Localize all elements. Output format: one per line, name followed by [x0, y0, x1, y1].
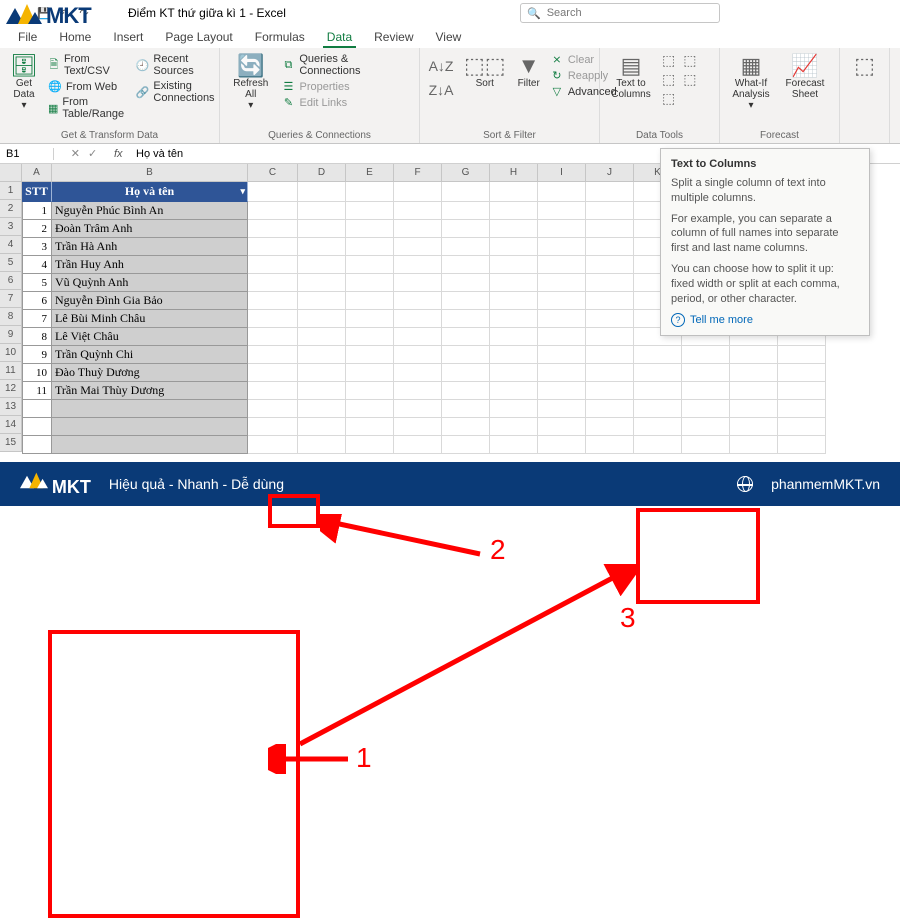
sort-az-button[interactable]: A↓ZZ↓A [428, 52, 454, 104]
fx-icon[interactable]: fx [114, 148, 132, 160]
watermark-logo: MKT [6, 2, 91, 30]
refresh-all-button[interactable]: 🔄Refresh All▾ [228, 52, 273, 113]
annotation-arrow-1 [268, 744, 358, 774]
text-to-columns-button[interactable]: ▤Text to Columns [608, 52, 654, 107]
annotation-label-3: 3 [620, 602, 636, 634]
tooltip-title: Text to Columns [671, 157, 859, 172]
footer-bar: MKT Hiệu quả - Nhanh - Dễ dùng phanmemMK… [0, 462, 900, 506]
group-label-data-tools: Data Tools [608, 128, 711, 141]
ribbon-tabs: File Home Insert Page Layout Formulas Da… [0, 26, 900, 48]
window-title: Điểm KT thứ giữa kì 1 - Excel [128, 6, 286, 20]
tooltip-text: Split a single column of text into multi… [671, 176, 859, 206]
group-button[interactable]: ⬚ [848, 52, 881, 80]
forecast-sheet-button[interactable]: 📈Forecast Sheet [782, 52, 828, 113]
tab-page-layout[interactable]: Page Layout [155, 26, 242, 48]
annotation-label-1: 1 [356, 742, 372, 774]
from-table-range-button[interactable]: ▦From Table/Range [48, 95, 128, 121]
tab-formulas[interactable]: Formulas [245, 26, 315, 48]
group-label-forecast: Forecast [728, 128, 831, 141]
properties-button: ☰Properties [281, 79, 411, 94]
from-web-button[interactable]: 🌐From Web [48, 79, 128, 94]
footer-logo: MKT [20, 471, 91, 498]
text-to-columns-tooltip: Text to Columns Split a single column of… [660, 148, 870, 336]
filter-button[interactable]: ▼Filter [516, 52, 542, 104]
search-icon: 🔍 [527, 7, 541, 20]
annotation-arrow-2 [320, 514, 500, 564]
formula-value[interactable]: Họ và tên [132, 148, 183, 160]
relationships-icon[interactable]: ⬚ [683, 71, 696, 88]
name-box[interactable]: B1 [0, 148, 54, 160]
tab-view[interactable]: View [426, 26, 472, 48]
sort-button[interactable]: ⬚⬚Sort [462, 52, 508, 104]
what-if-analysis-button[interactable]: ▦What-If Analysis▾ [728, 52, 774, 113]
consolidate-icon[interactable]: ⬚ [683, 52, 696, 69]
search-box[interactable]: 🔍 Search [520, 3, 720, 23]
cancel-icon[interactable]: ✕ [71, 147, 80, 160]
get-data-button[interactable]: 🗄Get Data▾ [8, 52, 40, 121]
recent-sources-button[interactable]: 🕘Recent Sources [136, 52, 215, 78]
annotation-box-text-to-columns [636, 508, 760, 604]
group-label-queries: Queries & Connections [228, 128, 411, 141]
queries-connections-button[interactable]: ⧉Queries & Connections [281, 52, 411, 78]
annotation-box-selection [48, 630, 300, 918]
group-label-sort-filter: Sort & Filter [428, 128, 591, 141]
tooltip-text: For example, you can separate a column o… [671, 212, 859, 257]
flash-fill-icon[interactable]: ⬚ [662, 52, 675, 69]
existing-connections-button[interactable]: 🔗Existing Connections [136, 79, 215, 105]
tab-review[interactable]: Review [364, 26, 423, 48]
title-bar: 💾 ↶ ↷ Điểm KT thứ giữa kì 1 - Excel 🔍 Se… [0, 0, 900, 26]
tooltip-text: You can choose how to split it up: fixed… [671, 262, 859, 307]
remove-duplicates-icon[interactable]: ⬚ [662, 71, 675, 88]
tab-data[interactable]: Data [317, 26, 362, 48]
footer-slogan: Hiệu quả - Nhanh - Dễ dùng [109, 476, 284, 492]
annotation-label-2: 2 [490, 534, 506, 566]
annotation-arrow-3 [280, 564, 640, 764]
footer-url: phanmemMKT.vn [771, 476, 880, 492]
from-text-csv-button[interactable]: 🗎From Text/CSV [48, 52, 128, 78]
tab-insert[interactable]: Insert [103, 26, 153, 48]
ribbon: 🗄Get Data▾ 🗎From Text/CSV 🌐From Web ▦Fro… [0, 48, 900, 144]
globe-icon [737, 476, 753, 492]
group-label-transform: Get & Transform Data [8, 128, 211, 141]
enter-icon[interactable]: ✓ [88, 147, 97, 160]
data-validation-icon[interactable]: ⬚ [662, 90, 675, 107]
tell-me-more-link[interactable]: Tell me more [671, 313, 859, 328]
edit-links-button: ✎Edit Links [281, 95, 411, 110]
